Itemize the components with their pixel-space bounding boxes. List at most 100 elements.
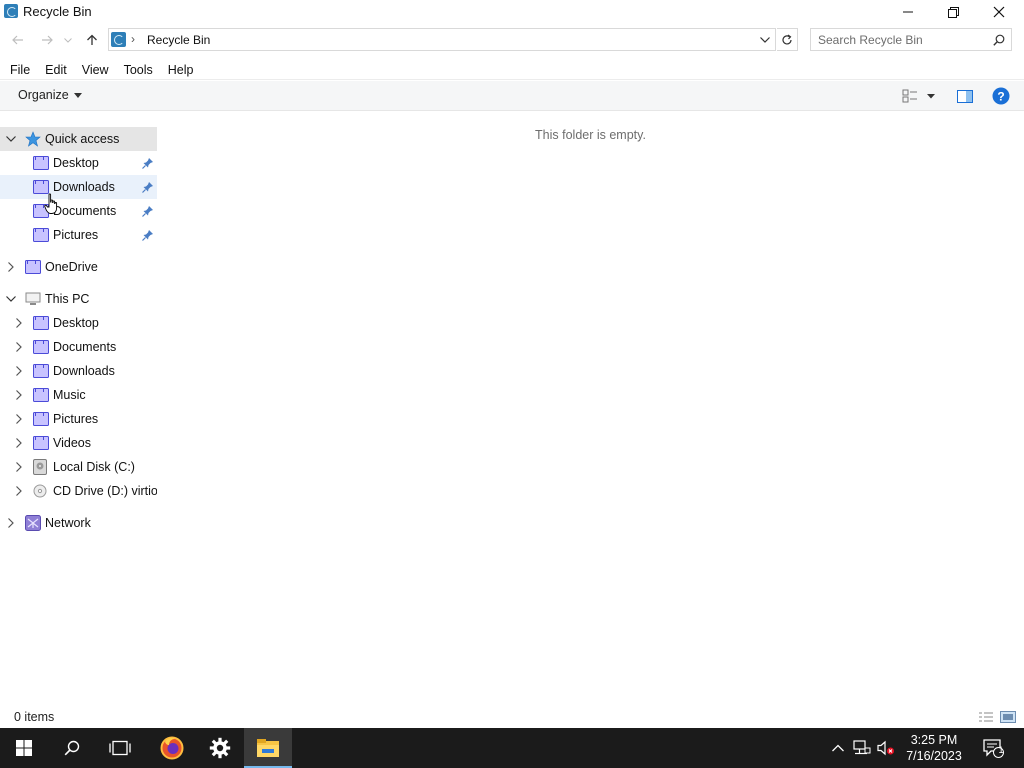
chevron-down-icon[interactable]: [5, 133, 17, 145]
chevron-right-icon[interactable]: [13, 365, 25, 377]
recycle-bin-icon: [111, 32, 126, 47]
pin-icon: [142, 229, 154, 241]
refresh-button[interactable]: [777, 28, 798, 51]
search-input[interactable]: [811, 29, 989, 50]
clock-time: 3:25 PM: [910, 733, 958, 747]
menu-bar: File Edit View Tools Help: [0, 60, 1024, 80]
nav-pc-pictures[interactable]: Pictures: [0, 407, 157, 431]
star-icon: [25, 131, 41, 147]
nav-quick-access[interactable]: Quick access: [0, 127, 157, 151]
navigation-pane: Quick access Desktop Downloads Documents…: [0, 112, 157, 706]
address-bar[interactable]: › Recycle Bin: [108, 28, 776, 51]
folder-icon: [33, 435, 49, 450]
chevron-right-icon[interactable]: [5, 261, 17, 273]
forward-button[interactable]: [37, 30, 57, 50]
search-icon: [64, 740, 80, 756]
chevron-right-icon[interactable]: [13, 413, 25, 425]
chevron-down-icon[interactable]: [757, 32, 773, 48]
chevron-right-icon[interactable]: [13, 485, 25, 497]
refresh-icon: [782, 34, 792, 44]
action-center-button[interactable]: 1: [982, 738, 1004, 758]
command-bar: Organize ?: [0, 81, 1024, 111]
nav-pc-documents[interactable]: Documents: [0, 335, 157, 359]
svg-text:?: ?: [997, 90, 1004, 104]
nav-pc-downloads[interactable]: Downloads: [0, 359, 157, 383]
search-icon[interactable]: [991, 32, 1007, 48]
start-button[interactable]: [0, 728, 48, 768]
nav-label: CD Drive (D:) virtio: [53, 484, 157, 498]
task-view-icon: [109, 740, 131, 756]
nav-qa-documents[interactable]: Documents: [0, 199, 157, 223]
change-view-button[interactable]: [900, 86, 920, 106]
nav-qa-pictures[interactable]: Pictures: [0, 223, 157, 247]
nav-label: This PC: [45, 292, 90, 306]
back-button[interactable]: [8, 30, 28, 50]
nav-qa-downloads[interactable]: Downloads: [0, 175, 157, 199]
nav-pc-desktop[interactable]: Desktop: [0, 311, 157, 335]
chevron-right-icon[interactable]: [13, 461, 25, 473]
large-icons-view-icon: [1000, 711, 1016, 723]
file-explorer-taskbar-button[interactable]: [244, 728, 292, 768]
computer-icon: [25, 292, 41, 306]
nav-pc-videos[interactable]: Videos: [0, 431, 157, 455]
nav-pc-cd-drive[interactable]: CD Drive (D:) virtio: [0, 479, 157, 503]
preview-pane-icon: [957, 89, 973, 103]
network-tray-button[interactable]: [852, 738, 872, 758]
menu-tools[interactable]: Tools: [119, 60, 158, 80]
help-button[interactable]: ?: [990, 86, 1012, 106]
breadcrumb-separator: ›: [131, 32, 135, 46]
chevron-right-icon[interactable]: [13, 389, 25, 401]
clock[interactable]: 3:25 PM 7/16/2023: [898, 732, 970, 764]
help-icon: ?: [992, 87, 1010, 105]
recent-locations-button[interactable]: [61, 30, 75, 50]
firefox-taskbar-button[interactable]: [148, 728, 196, 768]
nav-label: Network: [45, 516, 91, 530]
settings-taskbar-button[interactable]: [196, 728, 244, 768]
file-list-area[interactable]: This folder is empty.: [157, 112, 1024, 706]
nav-label: Pictures: [53, 412, 99, 426]
caret-down-icon: [73, 93, 82, 98]
firefox-icon: [160, 736, 184, 760]
breadcrumb-recycle-bin[interactable]: Recycle Bin: [147, 33, 210, 47]
show-hidden-icons-button[interactable]: [828, 738, 848, 758]
chevron-right-icon[interactable]: [13, 437, 25, 449]
close-button[interactable]: [976, 0, 1022, 24]
up-button[interactable]: [82, 30, 102, 50]
preview-pane-button[interactable]: [954, 86, 976, 106]
nav-pc-music[interactable]: Music: [0, 383, 157, 407]
nav-network[interactable]: Network: [0, 511, 157, 535]
chevron-down-icon[interactable]: [5, 293, 17, 305]
folder-icon: [33, 411, 49, 426]
restore-button[interactable]: [930, 0, 976, 24]
large-icons-view-button[interactable]: [1000, 709, 1016, 725]
chevron-right-icon[interactable]: [5, 517, 17, 529]
cd-drive-icon: [33, 484, 49, 498]
search-box[interactable]: [810, 28, 1012, 51]
chevron-right-icon[interactable]: [13, 341, 25, 353]
clock-date: 7/16/2023: [906, 749, 962, 763]
folder-icon: [33, 179, 49, 194]
minimize-button[interactable]: [885, 0, 931, 24]
nav-pc-local-disk[interactable]: Local Disk (C:): [0, 455, 157, 479]
folder-icon: [33, 339, 49, 354]
menu-edit[interactable]: Edit: [40, 60, 72, 80]
chevron-right-icon[interactable]: [13, 317, 25, 329]
nav-onedrive[interactable]: OneDrive: [0, 255, 157, 279]
menu-view[interactable]: View: [77, 60, 114, 80]
menu-file[interactable]: File: [5, 60, 35, 80]
nav-label: Local Disk (C:): [53, 460, 135, 474]
search-taskbar-button[interactable]: [48, 728, 96, 768]
details-view-button[interactable]: [978, 709, 994, 725]
folder-icon: [33, 203, 49, 218]
task-view-button[interactable]: [96, 728, 144, 768]
view-options-dropdown[interactable]: [923, 86, 939, 106]
folder-icon: [25, 259, 41, 274]
file-explorer-icon: [257, 739, 279, 757]
volume-tray-button[interactable]: [876, 738, 896, 758]
empty-folder-message: This folder is empty.: [535, 128, 646, 142]
nav-this-pc[interactable]: This PC: [0, 287, 157, 311]
organize-button[interactable]: Organize: [12, 88, 88, 102]
nav-qa-desktop[interactable]: Desktop: [0, 151, 157, 175]
menu-help[interactable]: Help: [163, 60, 199, 80]
folder-icon: [33, 155, 49, 170]
